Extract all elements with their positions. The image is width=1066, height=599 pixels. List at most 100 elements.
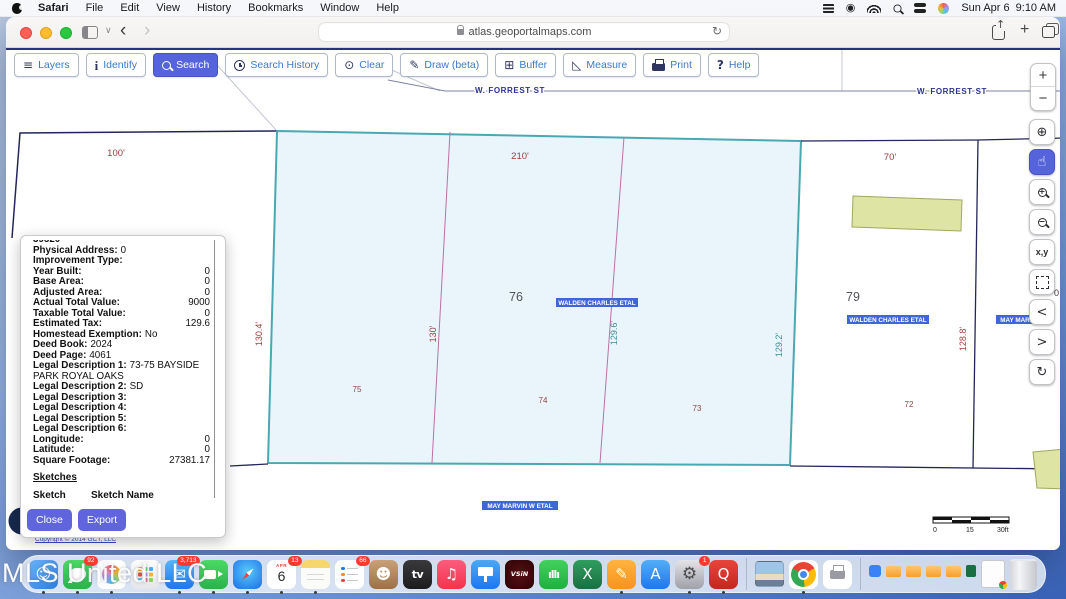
search-history-button[interactable]: Search History <box>225 53 328 77</box>
dock-excel-icon[interactable]: X <box>573 560 602 589</box>
menu-item[interactable]: Safari <box>38 2 69 14</box>
zoom-in-box-button[interactable]: + <box>1029 179 1055 205</box>
share-icon[interactable] <box>992 25 1005 40</box>
building-footprint[interactable] <box>1033 449 1060 489</box>
refresh-map-button[interactable]: ↻ <box>1029 359 1055 385</box>
close-button[interactable]: Close <box>27 509 72 531</box>
dock-vsin-icon[interactable]: VSiN <box>505 560 534 589</box>
dock-trash-icon[interactable] <box>1010 559 1037 590</box>
dock-pages-icon[interactable]: ✎ <box>607 560 636 589</box>
address-bar[interactable]: atlas.geoportalmaps.com ↻ <box>318 22 730 42</box>
zoom-out-button[interactable]: − <box>1031 87 1055 110</box>
menu-item[interactable]: Edit <box>120 2 139 14</box>
dock-minimized-folder[interactable] <box>946 566 961 577</box>
owner-label[interactable]: MAY MARVIN W ETAL <box>487 503 552 510</box>
siri-icon[interactable] <box>938 3 949 14</box>
apple-logo-icon[interactable] <box>12 3 22 14</box>
dock-minimized-folder[interactable] <box>926 566 941 577</box>
owner-label[interactable]: WALDEN CHARLES ETAL <box>558 300 635 307</box>
pan-hand-button[interactable]: ☝ <box>1029 149 1055 175</box>
dock-reminders-icon[interactable]: 66 <box>335 560 364 589</box>
xy-coordinates-button[interactable]: x,y <box>1029 239 1055 265</box>
parcel-number[interactable]: 76 <box>509 290 523 304</box>
identify-button[interactable]: i Identify <box>86 53 146 77</box>
dock-minimized-green-app[interactable] <box>966 565 976 577</box>
menu-item[interactable]: File <box>86 2 104 14</box>
parcel-number[interactable]: 79 <box>846 290 860 304</box>
zoom-out-box-button[interactable]: − <box>1029 209 1055 235</box>
dock-photos-icon[interactable] <box>97 560 126 589</box>
dock-music-icon[interactable]: ♫ <box>437 560 466 589</box>
dock-settings-icon[interactable]: 1 ⚙ <box>675 560 704 589</box>
control-center-icon[interactable] <box>914 3 926 13</box>
extent-select-button[interactable] <box>1029 269 1055 295</box>
reload-icon[interactable]: ↻ <box>712 24 722 38</box>
menu-item[interactable]: History <box>197 2 231 14</box>
measure-button[interactable]: ◺ Measure <box>563 53 636 77</box>
layers-button[interactable]: ≡ Layers <box>14 53 79 77</box>
menu-clock[interactable]: Sun Apr 6 9:10 AM <box>961 2 1056 14</box>
screen-mirroring-icon[interactable]: ◉ <box>846 3 856 14</box>
dock-appstore-icon[interactable]: A <box>641 560 670 589</box>
clear-button[interactable]: ⊙ Clear <box>335 53 393 77</box>
tab-overview-icon[interactable] <box>1042 26 1056 38</box>
dock-desktop-thumbnail[interactable] <box>755 561 784 587</box>
print-button[interactable]: Print <box>643 53 701 77</box>
dock-safari-icon[interactable] <box>233 560 262 589</box>
buffer-button[interactable]: ⊞ Buffer <box>495 53 556 77</box>
dock-messages-icon[interactable]: 92 <box>63 560 92 589</box>
owner-label[interactable]: MAY MAR <box>1000 317 1030 324</box>
dock-minimized-folder[interactable] <box>886 566 901 577</box>
close-window-button[interactable] <box>20 27 32 39</box>
wifi-icon[interactable] <box>867 4 881 13</box>
dock-appletv-icon[interactable]: tv <box>403 560 432 589</box>
attribute-label: Legal Description 1: <box>33 360 127 371</box>
menu-item[interactable]: Help <box>376 2 399 14</box>
spotlight-search-icon[interactable] <box>894 4 902 12</box>
search-button[interactable]: Search <box>153 53 218 77</box>
next-extent-button[interactable]: > <box>1029 329 1055 355</box>
dock-notes-icon[interactable] <box>301 560 330 589</box>
dock-printer-icon[interactable] <box>823 560 852 589</box>
owner-label[interactable]: WALDEN CHARLES ETAL <box>849 317 926 324</box>
minimize-window-button[interactable] <box>40 27 52 39</box>
dock-separator[interactable] <box>746 558 747 590</box>
back-button[interactable]: ‹ <box>120 20 126 42</box>
dock-launchpad-icon[interactable] <box>131 560 160 589</box>
zoom-in-button[interactable]: + <box>1031 64 1055 87</box>
parcel-number[interactable]: 74 <box>539 396 548 405</box>
dock-minimized-blue-app[interactable] <box>869 565 881 577</box>
dock-chrome-icon[interactable] <box>789 560 818 589</box>
dock-q-app-icon[interactable]: Q <box>709 560 738 589</box>
parcel-info-content[interactable]: 39520 Physical Address:0 Improvement Typ… <box>33 240 217 498</box>
parcel-number[interactable]: 75 <box>353 385 362 394</box>
dock-stats-icon[interactable]: ıllı <box>539 560 568 589</box>
forward-button[interactable]: › <box>144 20 150 42</box>
dock-minimized-window[interactable] <box>981 560 1005 588</box>
menu-item[interactable]: Bookmarks <box>248 2 303 14</box>
fullscreen-window-button[interactable] <box>60 27 72 39</box>
building-footprint[interactable] <box>852 196 962 231</box>
new-tab-button[interactable]: + <box>1020 21 1029 39</box>
dock-facetime-icon[interactable] <box>199 560 228 589</box>
dock-minimized-folder[interactable] <box>906 566 921 577</box>
chevron-down-icon[interactable]: ∨ <box>105 25 112 36</box>
draw-button[interactable]: ✎ Draw (beta) <box>400 53 488 77</box>
export-button[interactable]: Export <box>78 509 126 531</box>
parcel-number[interactable]: 73 <box>693 404 702 413</box>
previous-extent-button[interactable]: < <box>1029 299 1055 325</box>
help-button[interactable]: ? Help <box>708 53 760 77</box>
dock-calendar-icon[interactable]: 13 APR 6 <box>267 560 296 589</box>
sidebar-toggle-icon[interactable] <box>82 26 98 39</box>
dock-keynote-icon[interactable] <box>471 560 500 589</box>
dock-mail-icon[interactable]: 3,713 ✉ <box>165 560 194 589</box>
dock-contacts-icon[interactable]: ☻ <box>369 560 398 589</box>
parcel-number[interactable]: 72 <box>905 400 914 409</box>
locate-crosshair-button[interactable]: ⊕ <box>1029 119 1055 145</box>
dock-finder-icon[interactable]: ☺ <box>29 560 58 589</box>
menu-item[interactable]: Window <box>320 2 359 14</box>
stack-icon[interactable] <box>823 4 834 13</box>
dock-separator[interactable] <box>860 558 861 590</box>
menu-item[interactable]: View <box>156 2 180 14</box>
selected-parcel-polygon[interactable] <box>268 131 801 465</box>
